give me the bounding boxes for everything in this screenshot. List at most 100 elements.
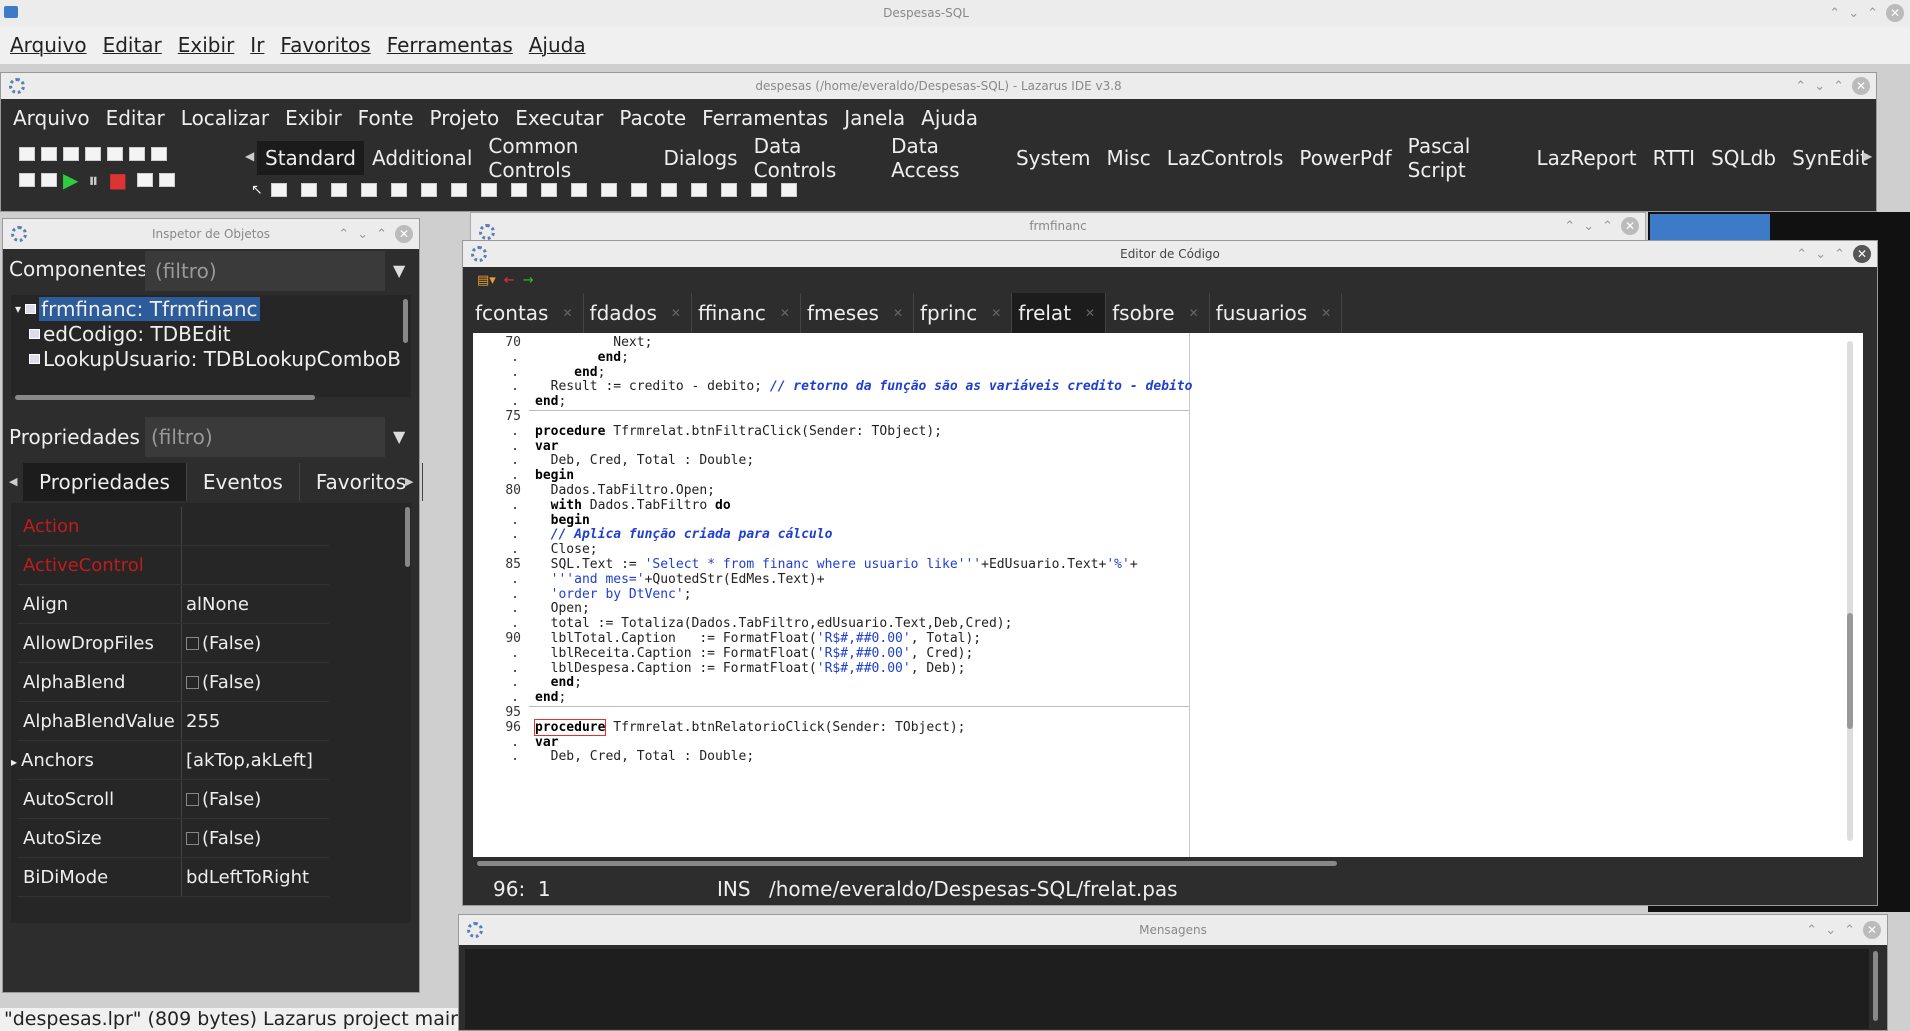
save-all-icon[interactable] xyxy=(107,147,123,161)
palette-tab[interactable]: Additional xyxy=(364,141,480,175)
components-filter-input[interactable]: (filtro) xyxy=(145,251,385,291)
code-line[interactable]: procedure Tfrmrelat.btnFiltraClick(Sende… xyxy=(535,424,942,439)
code-line[interactable]: end; xyxy=(535,675,582,690)
code-line[interactable]: end; xyxy=(535,350,629,365)
stop-icon[interactable]: ■ xyxy=(108,168,127,192)
editor-tab[interactable]: fdados ✕ xyxy=(584,293,692,333)
properties-filter-input[interactable]: (filtro) xyxy=(145,417,385,457)
tcombobox-icon[interactable] xyxy=(570,183,587,197)
editor-tab[interactable]: fsobre ✕ xyxy=(1106,293,1210,333)
property-row[interactable]: BiDiMode bdLeftToRight xyxy=(17,858,329,897)
tlistbox-icon[interactable] xyxy=(540,183,557,197)
toggle-form-icon[interactable] xyxy=(129,147,145,161)
code-line[interactable]: total := Totaliza(Dados.TabFiltro,edUsua… xyxy=(535,616,1013,631)
property-row[interactable]: AutoSize (False) xyxy=(17,819,329,858)
property-row[interactable]: AlphaBlendValue 255 xyxy=(17,702,329,741)
close-icon[interactable]: ✕ xyxy=(1621,217,1639,235)
property-row[interactable]: ▸ Anchors [akTop,akLeft] xyxy=(11,741,329,780)
ide-menu-item[interactable]: Editar xyxy=(106,106,165,130)
tmemo-icon[interactable] xyxy=(420,183,437,197)
code-line[interactable]: begin xyxy=(535,468,574,483)
new-form-icon[interactable] xyxy=(41,147,57,161)
ide-menu-item[interactable]: Fonte xyxy=(358,106,414,130)
tree-node[interactable]: LookupUsuario: TDBLookupComboB xyxy=(29,347,401,371)
property-row[interactable]: Align alNone xyxy=(17,585,329,624)
code-line[interactable]: Close; xyxy=(535,542,598,557)
palette-tab[interactable]: Common Controls xyxy=(480,134,655,182)
property-row[interactable]: AllowDropFiles (False) xyxy=(17,624,329,663)
palette-tab[interactable]: System xyxy=(1008,141,1099,175)
checkbox-icon[interactable] xyxy=(186,675,199,689)
property-row[interactable]: AlphaBlend (False) xyxy=(17,663,329,702)
ide-menu-item[interactable]: Ajuda xyxy=(921,106,978,130)
top-menu-item[interactable]: Favoritos xyxy=(280,33,370,57)
selection-tool-icon[interactable]: ↖ xyxy=(251,182,263,198)
pause-icon[interactable]: ⏸ xyxy=(88,168,98,192)
palette-scroll-left-icon[interactable]: ◀ xyxy=(245,149,254,163)
maximize-icon[interactable]: ⌃ xyxy=(376,227,387,242)
property-value[interactable]: [akTop,akLeft] xyxy=(181,741,329,779)
property-value[interactable] xyxy=(181,546,329,584)
editor-tab[interactable]: frelat ✕ xyxy=(1012,293,1107,333)
code-line[interactable]: 'order by DtVenc'; xyxy=(535,587,692,602)
tactionlist-icon[interactable] xyxy=(780,183,797,197)
step-over-icon[interactable] xyxy=(159,173,176,187)
maximize-icon[interactable]: ⌃ xyxy=(1602,219,1613,234)
palette-tab[interactable]: Data Access xyxy=(883,134,1008,182)
code-line[interactable]: begin xyxy=(535,513,590,528)
property-row[interactable]: ActiveControl xyxy=(17,546,329,585)
code-line[interactable]: lblDespesa.Caption := FormatFloat('R$#,#… xyxy=(535,661,966,676)
view-forms-icon[interactable] xyxy=(19,173,35,187)
property-value[interactable] xyxy=(181,507,329,545)
close-icon[interactable]: ✕ xyxy=(1853,245,1871,263)
code-line[interactable]: with Dados.TabFiltro do xyxy=(535,498,731,513)
keep-above-icon[interactable]: ⌃ xyxy=(1564,219,1575,234)
run-icon[interactable]: ▶ xyxy=(63,168,78,192)
property-value[interactable]: (False) xyxy=(181,624,329,662)
tpopupmenu-icon[interactable] xyxy=(300,183,317,197)
tab-close-icon[interactable]: ✕ xyxy=(671,306,681,320)
filter-icon[interactable]: ▼ xyxy=(393,427,405,446)
tree-hscrollbar[interactable] xyxy=(15,395,315,400)
save-icon[interactable] xyxy=(85,147,101,161)
minimize-icon[interactable]: ⌄ xyxy=(1848,6,1859,21)
editor-hscrollbar[interactable] xyxy=(477,861,1337,866)
checkbox-icon[interactable] xyxy=(186,831,199,845)
tab-close-icon[interactable]: ✕ xyxy=(893,306,903,320)
palette-scroll-right-icon[interactable]: ▶ xyxy=(1863,149,1872,163)
messages-list[interactable] xyxy=(465,949,1869,1029)
keep-above-icon[interactable]: ⌃ xyxy=(1796,247,1807,262)
ide-menu-item[interactable]: Ferramentas xyxy=(702,106,828,130)
property-value[interactable]: alNone xyxy=(181,585,329,623)
palette-tab[interactable]: PowerPdf xyxy=(1291,141,1399,175)
palette-tab[interactable]: LazReport xyxy=(1528,141,1644,175)
close-icon[interactable]: ✕ xyxy=(1886,4,1904,22)
close-icon[interactable]: ✕ xyxy=(395,225,413,243)
maximize-icon[interactable]: ⌃ xyxy=(1867,6,1878,21)
keep-above-icon[interactable]: ⌃ xyxy=(1806,923,1817,938)
property-row[interactable]: AutoScroll (False) xyxy=(17,780,329,819)
minimize-icon[interactable]: ⌄ xyxy=(1825,923,1836,938)
palette-tab[interactable]: Misc xyxy=(1099,141,1159,175)
code-line[interactable]: // Aplica função criada para cálculo xyxy=(535,527,833,542)
code-line[interactable]: end; xyxy=(535,365,605,380)
code-line[interactable]: Dados.TabFiltro.Open; xyxy=(535,483,715,498)
palette-tab[interactable]: LazControls xyxy=(1159,141,1292,175)
tab-close-icon[interactable]: ✕ xyxy=(780,306,790,320)
tbutton-icon[interactable] xyxy=(330,183,347,197)
palette-tab[interactable]: Pascal Script xyxy=(1400,134,1529,182)
code-line[interactable]: Open; xyxy=(535,601,590,616)
code-line[interactable]: end; xyxy=(535,690,566,705)
tcheckgroup-icon[interactable] xyxy=(690,183,707,197)
new-unit-icon[interactable] xyxy=(19,147,35,161)
checkbox-icon[interactable] xyxy=(186,792,199,806)
ide-menu-item[interactable]: Janela xyxy=(844,106,905,130)
filter-icon[interactable]: ▼ xyxy=(393,261,405,280)
minimize-icon[interactable]: ⌄ xyxy=(357,227,368,242)
tmainmenu-icon[interactable] xyxy=(270,183,287,197)
editor-vscrollbar[interactable] xyxy=(1847,341,1853,841)
close-icon[interactable]: ✕ xyxy=(1863,921,1881,939)
palette-tab[interactable]: SQLdb xyxy=(1703,141,1784,175)
property-value[interactable]: bdLeftToRight xyxy=(181,858,329,896)
top-menu-item[interactable]: Ir xyxy=(250,33,264,57)
